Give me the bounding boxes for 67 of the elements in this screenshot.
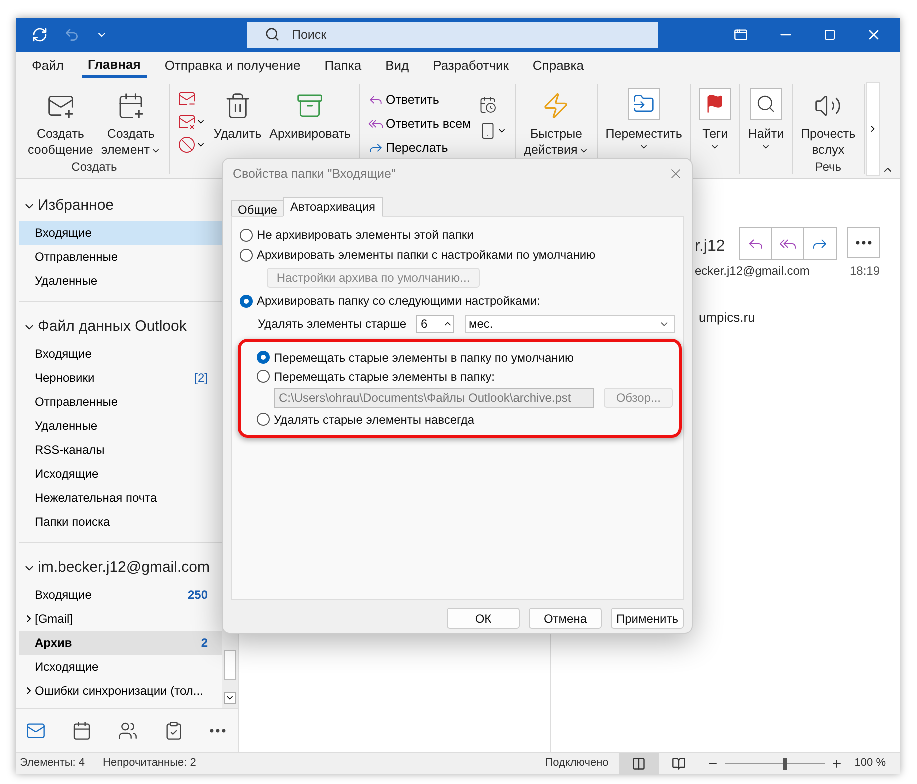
age-label: Удалять элементы старше bbox=[258, 316, 408, 333]
dialog-title: Свойства папки "Входящие" bbox=[233, 166, 397, 183]
folder-item[interactable]: Отправленные bbox=[19, 390, 222, 414]
sender-address: ecker.j12@gmail.com bbox=[695, 263, 811, 280]
group-label: Речь bbox=[814, 159, 842, 174]
folder-item[interactable]: Ошибки синхронизации (тол... bbox=[19, 679, 222, 703]
radio-option[interactable]: Архивировать элементы папки с настройками по умолчанию bbox=[240, 245, 675, 265]
folder-item[interactable]: Удаленные bbox=[19, 414, 222, 438]
connection-status: Подключено bbox=[545, 756, 609, 772]
unit-select[interactable]: мес. bbox=[465, 315, 675, 333]
ribbon-button[interactable]: Переместить bbox=[602, 84, 686, 158]
menu-tab[interactable]: Справка bbox=[526, 54, 590, 78]
unread-count: 2 bbox=[201, 635, 208, 652]
message-time: 18:19 bbox=[850, 263, 880, 280]
ribbon-button[interactable]: Ответить bbox=[368, 90, 472, 110]
ribbon-button[interactable]: Теги bbox=[695, 84, 736, 158]
radio-option[interactable]: Перемещать старые элементы в папку: bbox=[257, 367, 673, 386]
group-label: Создать bbox=[70, 159, 118, 174]
section-header[interactable]: im.becker.j12@gmail.com bbox=[19, 553, 222, 583]
ribbon-button[interactable]: Архивировать bbox=[266, 84, 355, 158]
ribbon-button[interactable]: Создать элемент bbox=[97, 84, 165, 158]
dialog-button[interactable]: Применить bbox=[611, 608, 684, 629]
radio-option[interactable]: Перемещать старые элементы в папку по умолчанию bbox=[257, 348, 673, 367]
ribbon-button[interactable]: Создать сообщение bbox=[24, 84, 98, 158]
folder-item[interactable]: Входящие bbox=[19, 221, 222, 245]
folder-item[interactable]: RSS-каналы bbox=[19, 438, 222, 462]
status-items: Элементы: 4 bbox=[20, 756, 86, 772]
section-header[interactable]: Файл данных Outlook bbox=[19, 312, 222, 342]
menu-tab[interactable]: Главная bbox=[82, 54, 147, 78]
ribbon-button[interactable]: Быстрые действия bbox=[520, 84, 593, 158]
radio-option[interactable]: Удалять старые элементы навсегда bbox=[257, 410, 673, 429]
radio-option[interactable]: Не архивировать элементы этой папки bbox=[240, 225, 675, 245]
ribbon-button[interactable]: Прочесть вслух bbox=[797, 84, 860, 158]
folder-item[interactable]: Черновики [2] bbox=[19, 366, 222, 390]
folder-item[interactable]: Архив 2 bbox=[19, 631, 222, 655]
sender-name: r.j12 bbox=[695, 237, 726, 257]
folder-item[interactable]: Входящие bbox=[19, 342, 222, 366]
dialog-tab[interactable]: Автоархивация bbox=[283, 197, 383, 217]
ribbon-button[interactable]: Найти bbox=[744, 84, 788, 158]
ribbon-button[interactable]: Переслать bbox=[368, 138, 472, 158]
menu-tab[interactable]: Файл bbox=[26, 54, 70, 78]
status-unread: Непрочитанные: 2 bbox=[103, 756, 196, 772]
search-field[interactable]: Поиск bbox=[247, 22, 658, 48]
message-body: umpics.ru bbox=[698, 309, 756, 327]
folder-item[interactable]: Удаленные bbox=[19, 269, 222, 293]
menu-tab[interactable]: Папка bbox=[318, 54, 368, 78]
unread-count: 250 bbox=[188, 587, 208, 604]
menu-tab[interactable]: Разработчик bbox=[427, 54, 515, 78]
menu-tab[interactable]: Вид bbox=[380, 54, 416, 78]
folder-item[interactable]: Входящие 250 bbox=[19, 583, 222, 607]
age-number-field[interactable]: 6 bbox=[416, 315, 454, 333]
folder-item[interactable]: [Gmail] bbox=[19, 607, 222, 631]
ribbon-button[interactable]: Ответить всем bbox=[368, 114, 472, 134]
folder-item[interactable]: Исходящие bbox=[19, 655, 222, 679]
zoom-level: 100 % bbox=[854, 756, 886, 772]
menu-tab[interactable]: Отправка и получение bbox=[158, 54, 307, 78]
unread-count: [2] bbox=[194, 370, 208, 387]
folder-item[interactable]: Исходящие bbox=[19, 462, 222, 486]
dialog-tab[interactable]: Общие bbox=[231, 200, 284, 217]
dialog-button[interactable]: Отмена bbox=[529, 608, 602, 629]
folder-item[interactable]: Нежелательная почта bbox=[19, 486, 222, 510]
folder-item[interactable]: Папки поиска bbox=[19, 510, 222, 534]
ribbon-button[interactable]: Удалить bbox=[210, 84, 266, 158]
radio-option[interactable]: Архивировать папку со следующими настройками: bbox=[240, 291, 675, 311]
folder-item[interactable]: Отправленные bbox=[19, 245, 222, 269]
section-header[interactable]: Избранное bbox=[19, 191, 222, 221]
dialog-button[interactable]: ОК bbox=[447, 608, 520, 629]
